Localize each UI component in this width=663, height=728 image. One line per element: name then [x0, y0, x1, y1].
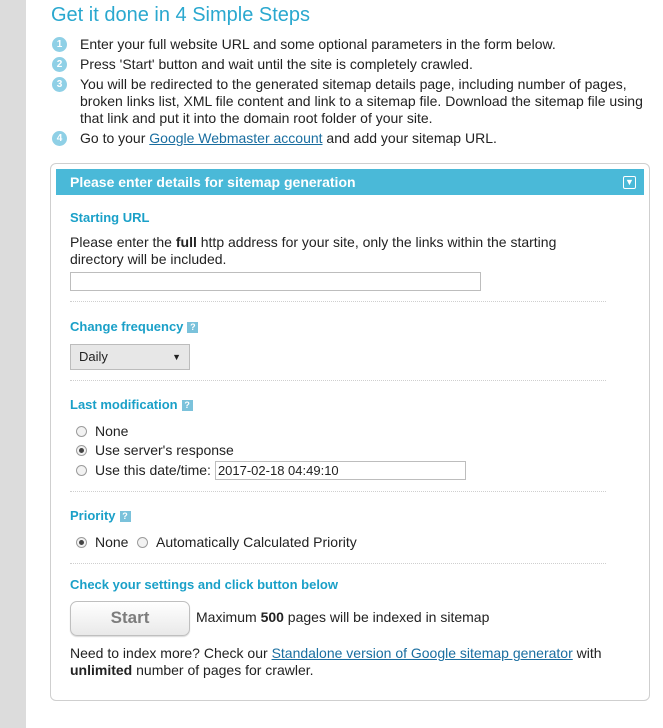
- step-4: 4 Go to your Google Webmaster account an…: [52, 130, 652, 147]
- upgrade-note: Need to index more? Check our Standalone…: [70, 645, 615, 679]
- starting-url-description: Please enter the full http address for y…: [70, 234, 590, 268]
- starting-url-label: Starting URL: [70, 210, 150, 225]
- change-frequency-text: Change frequency: [70, 319, 184, 334]
- desc-bold: full: [175, 234, 197, 250]
- radio-priority-auto[interactable]: [137, 537, 148, 548]
- step-number-4: 4: [52, 131, 67, 146]
- start-button[interactable]: Start: [70, 601, 190, 636]
- radio-none[interactable]: [76, 426, 87, 437]
- starting-url-input[interactable]: [70, 272, 481, 291]
- radio-priority-none[interactable]: [76, 537, 87, 548]
- help-icon[interactable]: ?: [181, 400, 193, 412]
- divider: [70, 301, 606, 302]
- max-count: 500: [260, 609, 284, 625]
- step-2: 2 Press 'Start' button and wait until th…: [52, 56, 652, 73]
- priority-option-auto[interactable]: Automatically Calculated Priority: [137, 534, 357, 551]
- change-frequency-value: Daily: [79, 349, 108, 364]
- check-settings-label: Check your settings and click button bel…: [70, 577, 338, 592]
- sitemap-form-panel: Please enter details for sitemap generat…: [50, 163, 650, 701]
- lastmod-option-date[interactable]: Use this date/time: 2017-02-18 04:49:10: [76, 461, 466, 480]
- step-text-4-before: Go to your: [80, 130, 150, 146]
- priority-text: Priority: [70, 508, 116, 523]
- google-webmaster-link[interactable]: Google Webmaster account: [149, 130, 322, 146]
- lastmod-date-label: Use this date/time:: [95, 462, 211, 478]
- divider: [70, 563, 606, 564]
- date-time-input[interactable]: 2017-02-18 04:49:10: [214, 461, 466, 480]
- upgrade-end: number of pages for crawler.: [132, 662, 314, 678]
- max-before: Maximum: [196, 609, 261, 625]
- radio-date[interactable]: [76, 465, 87, 476]
- priority-auto-label: Automatically Calculated Priority: [156, 534, 357, 550]
- priority-none-label: None: [95, 534, 129, 550]
- step-1: 1 Enter your full website URL and some o…: [52, 36, 652, 53]
- step-text-3: You will be redirected to the generated …: [80, 76, 643, 126]
- standalone-version-link[interactable]: Standalone version of Google sitemap gen…: [272, 645, 573, 661]
- help-icon[interactable]: ?: [119, 511, 131, 523]
- page-title: Get it done in 4 Simple Steps: [51, 4, 311, 26]
- panel-header: Please enter details for sitemap generat…: [56, 169, 644, 195]
- step-number-1: 1: [52, 37, 67, 52]
- help-icon[interactable]: ?: [187, 322, 199, 334]
- lastmod-server-label: Use server's response: [95, 442, 234, 458]
- max-after: pages will be indexed in sitemap: [283, 609, 490, 625]
- upgrade-before: Need to index more? Check our: [70, 645, 272, 661]
- lastmod-none-label: None: [95, 423, 129, 439]
- radio-server-response[interactable]: [76, 445, 87, 456]
- divider: [70, 380, 606, 381]
- change-frequency-select[interactable]: Daily ▼: [70, 344, 190, 370]
- chevron-down-icon: ▼: [172, 352, 181, 362]
- collapse-icon[interactable]: ▼: [623, 176, 636, 189]
- lastmod-option-server[interactable]: Use server's response: [76, 442, 234, 459]
- steps-list: 1 Enter your full website URL and some o…: [52, 36, 652, 150]
- panel-header-title: Please enter details for sitemap generat…: [70, 174, 356, 190]
- step-number-2: 2: [52, 57, 67, 72]
- step-text-2: Press 'Start' button and wait until the …: [80, 56, 473, 72]
- priority-label: Priority?: [70, 508, 131, 523]
- last-modification-label: Last modification?: [70, 397, 193, 412]
- step-3: 3 You will be redirected to the generate…: [52, 76, 652, 127]
- priority-option-none[interactable]: None: [76, 534, 128, 551]
- last-modification-text: Last modification: [70, 397, 178, 412]
- upgrade-after: with: [572, 645, 602, 661]
- step-text-4-after: and add your sitemap URL.: [322, 130, 497, 146]
- desc-before: Please enter the: [70, 234, 176, 250]
- upgrade-bold: unlimited: [70, 662, 133, 678]
- step-number-3: 3: [52, 77, 67, 92]
- step-text-1: Enter your full website URL and some opt…: [80, 36, 556, 52]
- divider: [70, 491, 606, 492]
- left-gutter: [0, 0, 26, 728]
- change-frequency-label: Change frequency?: [70, 319, 199, 334]
- max-pages-note: Maximum 500 pages will be indexed in sit…: [196, 609, 489, 626]
- lastmod-option-none[interactable]: None: [76, 423, 128, 440]
